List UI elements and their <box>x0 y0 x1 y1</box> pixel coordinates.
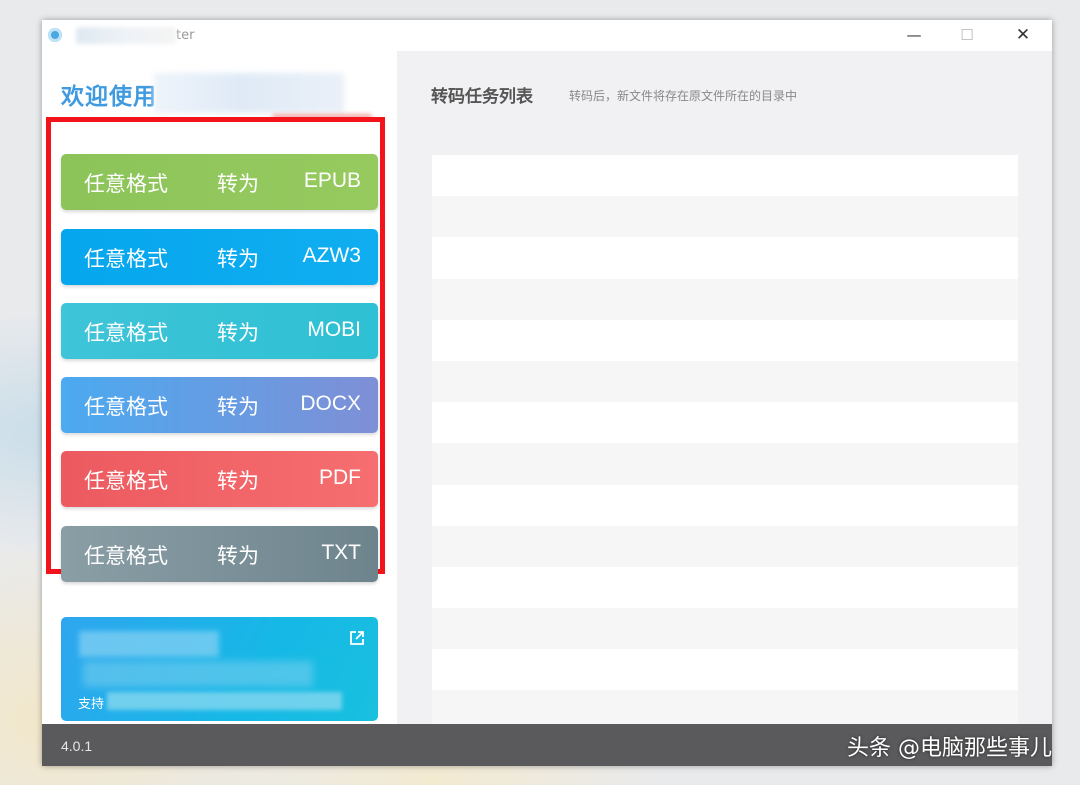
button-verb-label: 转为 <box>217 469 259 493</box>
status-bar: 4.0.1 头条 @电脑那些事儿 <box>42 724 1052 766</box>
close-button[interactable]: ✕ <box>1003 24 1043 46</box>
button-verb-label: 转为 <box>217 247 259 271</box>
title-bar: ter — ☐ ✕ <box>42 20 1052 51</box>
minimize-button[interactable]: — <box>894 24 934 46</box>
list-item <box>432 649 1018 691</box>
button-format-label: PDF <box>319 466 361 489</box>
button-format-label: AZW3 <box>302 244 361 267</box>
button-from-label: 任意格式 <box>84 172 168 196</box>
button-format-label: EPUB <box>303 169 361 192</box>
convert-to-txt-button[interactable]: 任意格式 转为 TXT <box>61 526 378 582</box>
maximize-button[interactable]: ☐ <box>947 24 987 46</box>
list-item <box>432 319 1018 361</box>
main-panel: 转码任务列表 转码后，新文件将存在原文件所在的目录中 <box>397 51 1052 732</box>
button-verb-label: 转为 <box>217 395 259 419</box>
button-verb-label: 转为 <box>217 544 259 568</box>
button-from-label: 任意格式 <box>84 395 168 419</box>
list-item <box>432 278 1018 320</box>
version-label: 4.0.1 <box>61 738 93 754</box>
app-logo-icon <box>48 28 62 42</box>
window-title: ter <box>176 28 195 43</box>
promo-banner[interactable]: 支持 <box>61 617 378 721</box>
welcome-title: 欢迎使用 <box>61 84 157 110</box>
list-item <box>432 155 1018 197</box>
list-item <box>432 360 1018 403</box>
app-window: ter — ☐ ✕ 欢迎使用 任意格式 转为 EPUB 任意格式 转为 AZW3… <box>42 20 1052 766</box>
blurred-promo-body <box>83 661 313 687</box>
promo-text: 支持 <box>78 697 105 712</box>
external-link-icon[interactable] <box>348 629 366 647</box>
convert-to-docx-button[interactable]: 任意格式 转为 DOCX <box>61 377 378 433</box>
blurred-promo-text <box>107 692 342 710</box>
button-from-label: 任意格式 <box>84 469 168 493</box>
list-item <box>432 566 1018 609</box>
button-verb-label: 转为 <box>217 321 259 345</box>
button-from-label: 任意格式 <box>84 321 168 345</box>
button-format-label: DOCX <box>300 392 361 415</box>
list-item <box>432 196 1018 238</box>
button-from-label: 任意格式 <box>84 544 168 568</box>
list-item <box>432 608 1018 650</box>
button-verb-label: 转为 <box>217 172 259 196</box>
convert-to-azw3-button[interactable]: 任意格式 转为 AZW3 <box>61 229 378 285</box>
list-item <box>432 443 1018 485</box>
watermark: 头条 @电脑那些事儿 <box>847 736 1052 761</box>
list-item <box>432 237 1018 279</box>
list-item <box>432 484 1018 526</box>
blurred-app-name <box>154 73 344 113</box>
convert-to-pdf-button[interactable]: 任意格式 转为 PDF <box>61 451 378 507</box>
convert-to-epub-button[interactable]: 任意格式 转为 EPUB <box>61 154 378 210</box>
sidebar: 欢迎使用 任意格式 转为 EPUB 任意格式 转为 AZW3 任意格式 转为 M… <box>42 51 397 724</box>
list-item <box>432 525 1018 567</box>
button-format-label: TXT <box>321 541 361 564</box>
page-subtitle: 转码后，新文件将存在原文件所在的目录中 <box>569 89 798 103</box>
button-format-label: MOBI <box>307 318 361 341</box>
convert-to-mobi-button[interactable]: 任意格式 转为 MOBI <box>61 303 378 359</box>
list-item <box>432 402 1018 444</box>
task-list[interactable] <box>432 155 1018 732</box>
blurred-promo-title <box>79 631 219 657</box>
button-from-label: 任意格式 <box>84 247 168 271</box>
blurred-title <box>76 27 176 44</box>
page-title: 转码任务列表 <box>431 87 533 107</box>
